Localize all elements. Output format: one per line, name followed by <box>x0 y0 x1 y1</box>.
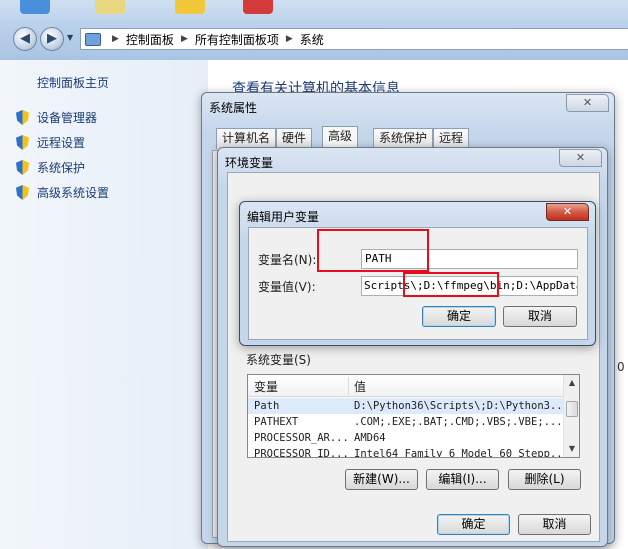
row-variable: PATHEXT <box>254 416 299 428</box>
system-variables-label: 系统变量(S) <box>246 353 311 367</box>
back-arrow-icon[interactable]: ◀ <box>13 27 37 51</box>
column-divider <box>348 377 349 395</box>
row-value: Intel64 Family 6 Model 60 Stepp... <box>354 448 562 458</box>
window-title: 编辑用户变量 <box>247 210 320 224</box>
list-header: 变量 值 <box>248 375 564 397</box>
window-title: 环境变量 <box>225 156 274 170</box>
table-row[interactable]: PATHEXT .COM;.EXE;.BAT;.CMD;.VBS;.VBE;..… <box>248 414 564 430</box>
desktop-icon <box>95 0 125 14</box>
shield-icon <box>16 185 29 200</box>
forward-arrow-icon[interactable]: ▶ <box>40 27 64 51</box>
close-button[interactable]: ✕ <box>559 149 602 167</box>
control-panel-home-link[interactable]: 控制面板主页 <box>37 74 109 91</box>
breadcrumb-system[interactable]: 系统 <box>300 31 324 48</box>
sidebar-item-advanced-settings[interactable]: 高级系统设置 <box>16 184 109 201</box>
dialog-cancel-button[interactable]: 取消 <box>503 306 577 327</box>
tab-system-protection[interactable]: 系统保护 <box>373 128 434 149</box>
window-title: 系统属性 <box>209 101 258 115</box>
desktop-icon <box>175 0 205 14</box>
chevron-right-icon: ▶ <box>112 34 119 44</box>
edit-variable-button[interactable]: 编辑(I)... <box>426 469 499 490</box>
shield-icon <box>16 135 29 150</box>
shield-icon <box>16 110 29 125</box>
row-value: D:\Python36\Scripts\;D:\Python3... <box>354 400 562 412</box>
scroll-down-icon[interactable]: ▼ <box>564 441 579 457</box>
table-row[interactable]: PROCESSOR_AR... AMD64 <box>248 430 564 446</box>
delete-variable-button[interactable]: 删除(L) <box>508 469 581 490</box>
table-row[interactable]: PROCESSOR_ID... Intel64 Family 6 Model 6… <box>248 446 564 458</box>
sidebar-item-label: 远程设置 <box>37 136 86 150</box>
variable-name-label: 变量名(N): <box>258 253 317 267</box>
sidebar-item-label: 高级系统设置 <box>37 186 110 200</box>
scrollbar-thumb[interactable] <box>566 401 578 417</box>
left-pane: 控制面板主页 设备管理器 远程设置 系统保护 高级系统设置 <box>0 60 208 549</box>
highlight-box-ffmpeg-path <box>403 272 499 297</box>
shield-icon <box>16 160 29 175</box>
desktop-icon <box>20 0 50 14</box>
row-variable: Path <box>254 400 280 412</box>
chevron-right-icon: ▶ <box>180 34 188 44</box>
tab-remote[interactable]: 远程 <box>433 128 470 149</box>
system-variables-list[interactable]: 变量 值 Path D:\Python36\Scripts\;D:\Python… <box>247 374 580 458</box>
variable-value-label: 变量值(V): <box>258 280 316 294</box>
sidebar-item-label: 设备管理器 <box>37 111 98 125</box>
tab-computer-name[interactable]: 计算机名 <box>216 128 277 149</box>
sidebar-item-device-manager[interactable]: 设备管理器 <box>16 109 97 126</box>
scroll-up-icon[interactable]: ▲ <box>564 375 579 391</box>
close-button[interactable]: ✕ <box>566 94 609 112</box>
breadcrumb-control-panel[interactable]: 控制面板 <box>126 31 174 48</box>
table-row[interactable]: Path D:\Python36\Scripts\;D:\Python3... <box>248 398 564 414</box>
highlight-box-variable-name <box>317 229 429 272</box>
sidebar-item-system-protection[interactable]: 系统保护 <box>16 159 85 176</box>
column-header-variable[interactable]: 变量 <box>254 378 278 395</box>
sidebar-item-remote-settings[interactable]: 远程设置 <box>16 134 85 151</box>
row-value: .COM;.EXE;.BAT;.CMD;.VBS;.VBE;.... <box>354 416 562 428</box>
env-cancel-button[interactable]: 取消 <box>518 514 591 535</box>
explorer-toolbar: ◀ ▶ ▼ ▶ 控制面板 ▶ 所有控制面板项 ▶ 系统 <box>0 0 628 60</box>
tab-hardware[interactable]: 硬件 <box>276 128 313 149</box>
desktop-icon <box>243 0 273 14</box>
row-variable: PROCESSOR_AR... <box>254 432 349 444</box>
chevron-down-icon[interactable]: ▼ <box>67 33 73 42</box>
row-variable: PROCESSOR_ID... <box>254 448 349 458</box>
dialog-ok-button[interactable]: 确定 <box>422 306 496 327</box>
chevron-right-icon: ▶ <box>285 34 293 44</box>
background-text: 0 <box>617 360 625 374</box>
address-bar[interactable]: ▶ 控制面板 ▶ 所有控制面板项 ▶ 系统 <box>80 28 628 50</box>
row-value: AMD64 <box>354 432 386 444</box>
env-ok-button[interactable]: 确定 <box>437 514 510 535</box>
sidebar-item-label: 系统保护 <box>37 161 86 175</box>
close-button[interactable]: ✕ <box>546 203 589 221</box>
column-header-value[interactable]: 值 <box>354 378 366 395</box>
vertical-scrollbar[interactable]: ▲ ▼ <box>563 375 579 457</box>
new-variable-button[interactable]: 新建(W)... <box>345 469 418 490</box>
breadcrumb-all-items[interactable]: 所有控制面板项 <box>195 31 279 48</box>
computer-icon <box>85 32 101 46</box>
